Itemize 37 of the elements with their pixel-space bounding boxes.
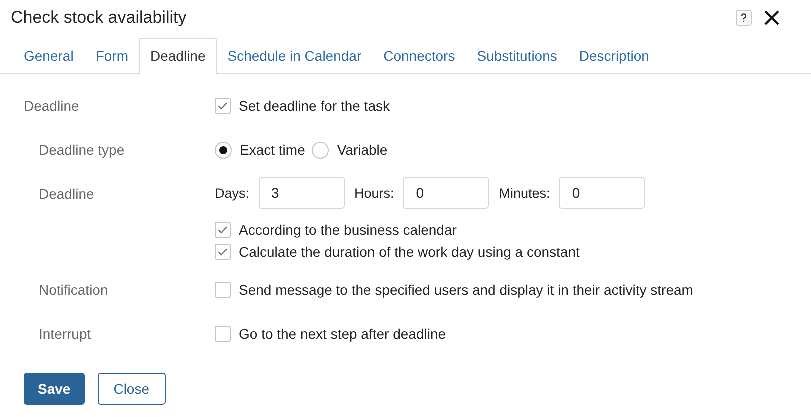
input-field[interactable]: 0 (559, 177, 646, 209)
field-label: Deadline (24, 97, 80, 116)
checkbox-label[interactable]: Set deadline for the task (239, 98, 390, 114)
checkbox-label[interactable]: Calculate the duration of the work day using a constant (239, 244, 580, 260)
tab[interactable]: Schedule in Calendar (216, 38, 373, 74)
checkbox-label[interactable]: Go to the next step after deadline (239, 326, 446, 342)
checkbox[interactable] (215, 326, 231, 342)
field-label: Deadline (38, 185, 96, 204)
close-icon[interactable] (764, 10, 780, 26)
radio-button[interactable] (312, 142, 330, 158)
tab[interactable]: Form (84, 38, 140, 74)
field-label: Minutes: (499, 186, 550, 200)
checkbox[interactable] (215, 98, 231, 114)
save-button[interactable]: Save (24, 373, 85, 405)
field-label: Deadline type (38, 141, 126, 160)
close-button[interactable]: Close (98, 373, 166, 405)
tab[interactable]: Connectors (372, 38, 466, 74)
input-field[interactable]: 0 (403, 177, 490, 209)
field-label: Days: (215, 186, 250, 200)
checkbox[interactable] (215, 244, 231, 260)
field-label: Notification (38, 281, 110, 300)
radio-label[interactable]: Exact time (240, 142, 306, 158)
tab[interactable]: Substitutions (466, 38, 568, 74)
checkbox-label[interactable]: According to the business calendar (239, 222, 457, 238)
radio-button[interactable] (215, 142, 232, 158)
tab[interactable]: General (13, 38, 85, 74)
field-label: Hours: (354, 186, 394, 200)
window-title: Check stock availability (11, 8, 187, 28)
input-field[interactable]: 3 (258, 177, 345, 209)
help-icon[interactable] (736, 10, 752, 26)
checkbox-label[interactable]: Send message to the specified users and display it in their activity stream (239, 282, 694, 298)
checkbox[interactable] (215, 282, 231, 298)
field-label: Interrupt (38, 325, 92, 344)
tab[interactable]: Deadline (139, 38, 217, 74)
checkbox[interactable] (215, 222, 231, 238)
tab[interactable]: Description (568, 38, 660, 74)
radio-label[interactable]: Variable (337, 142, 388, 158)
